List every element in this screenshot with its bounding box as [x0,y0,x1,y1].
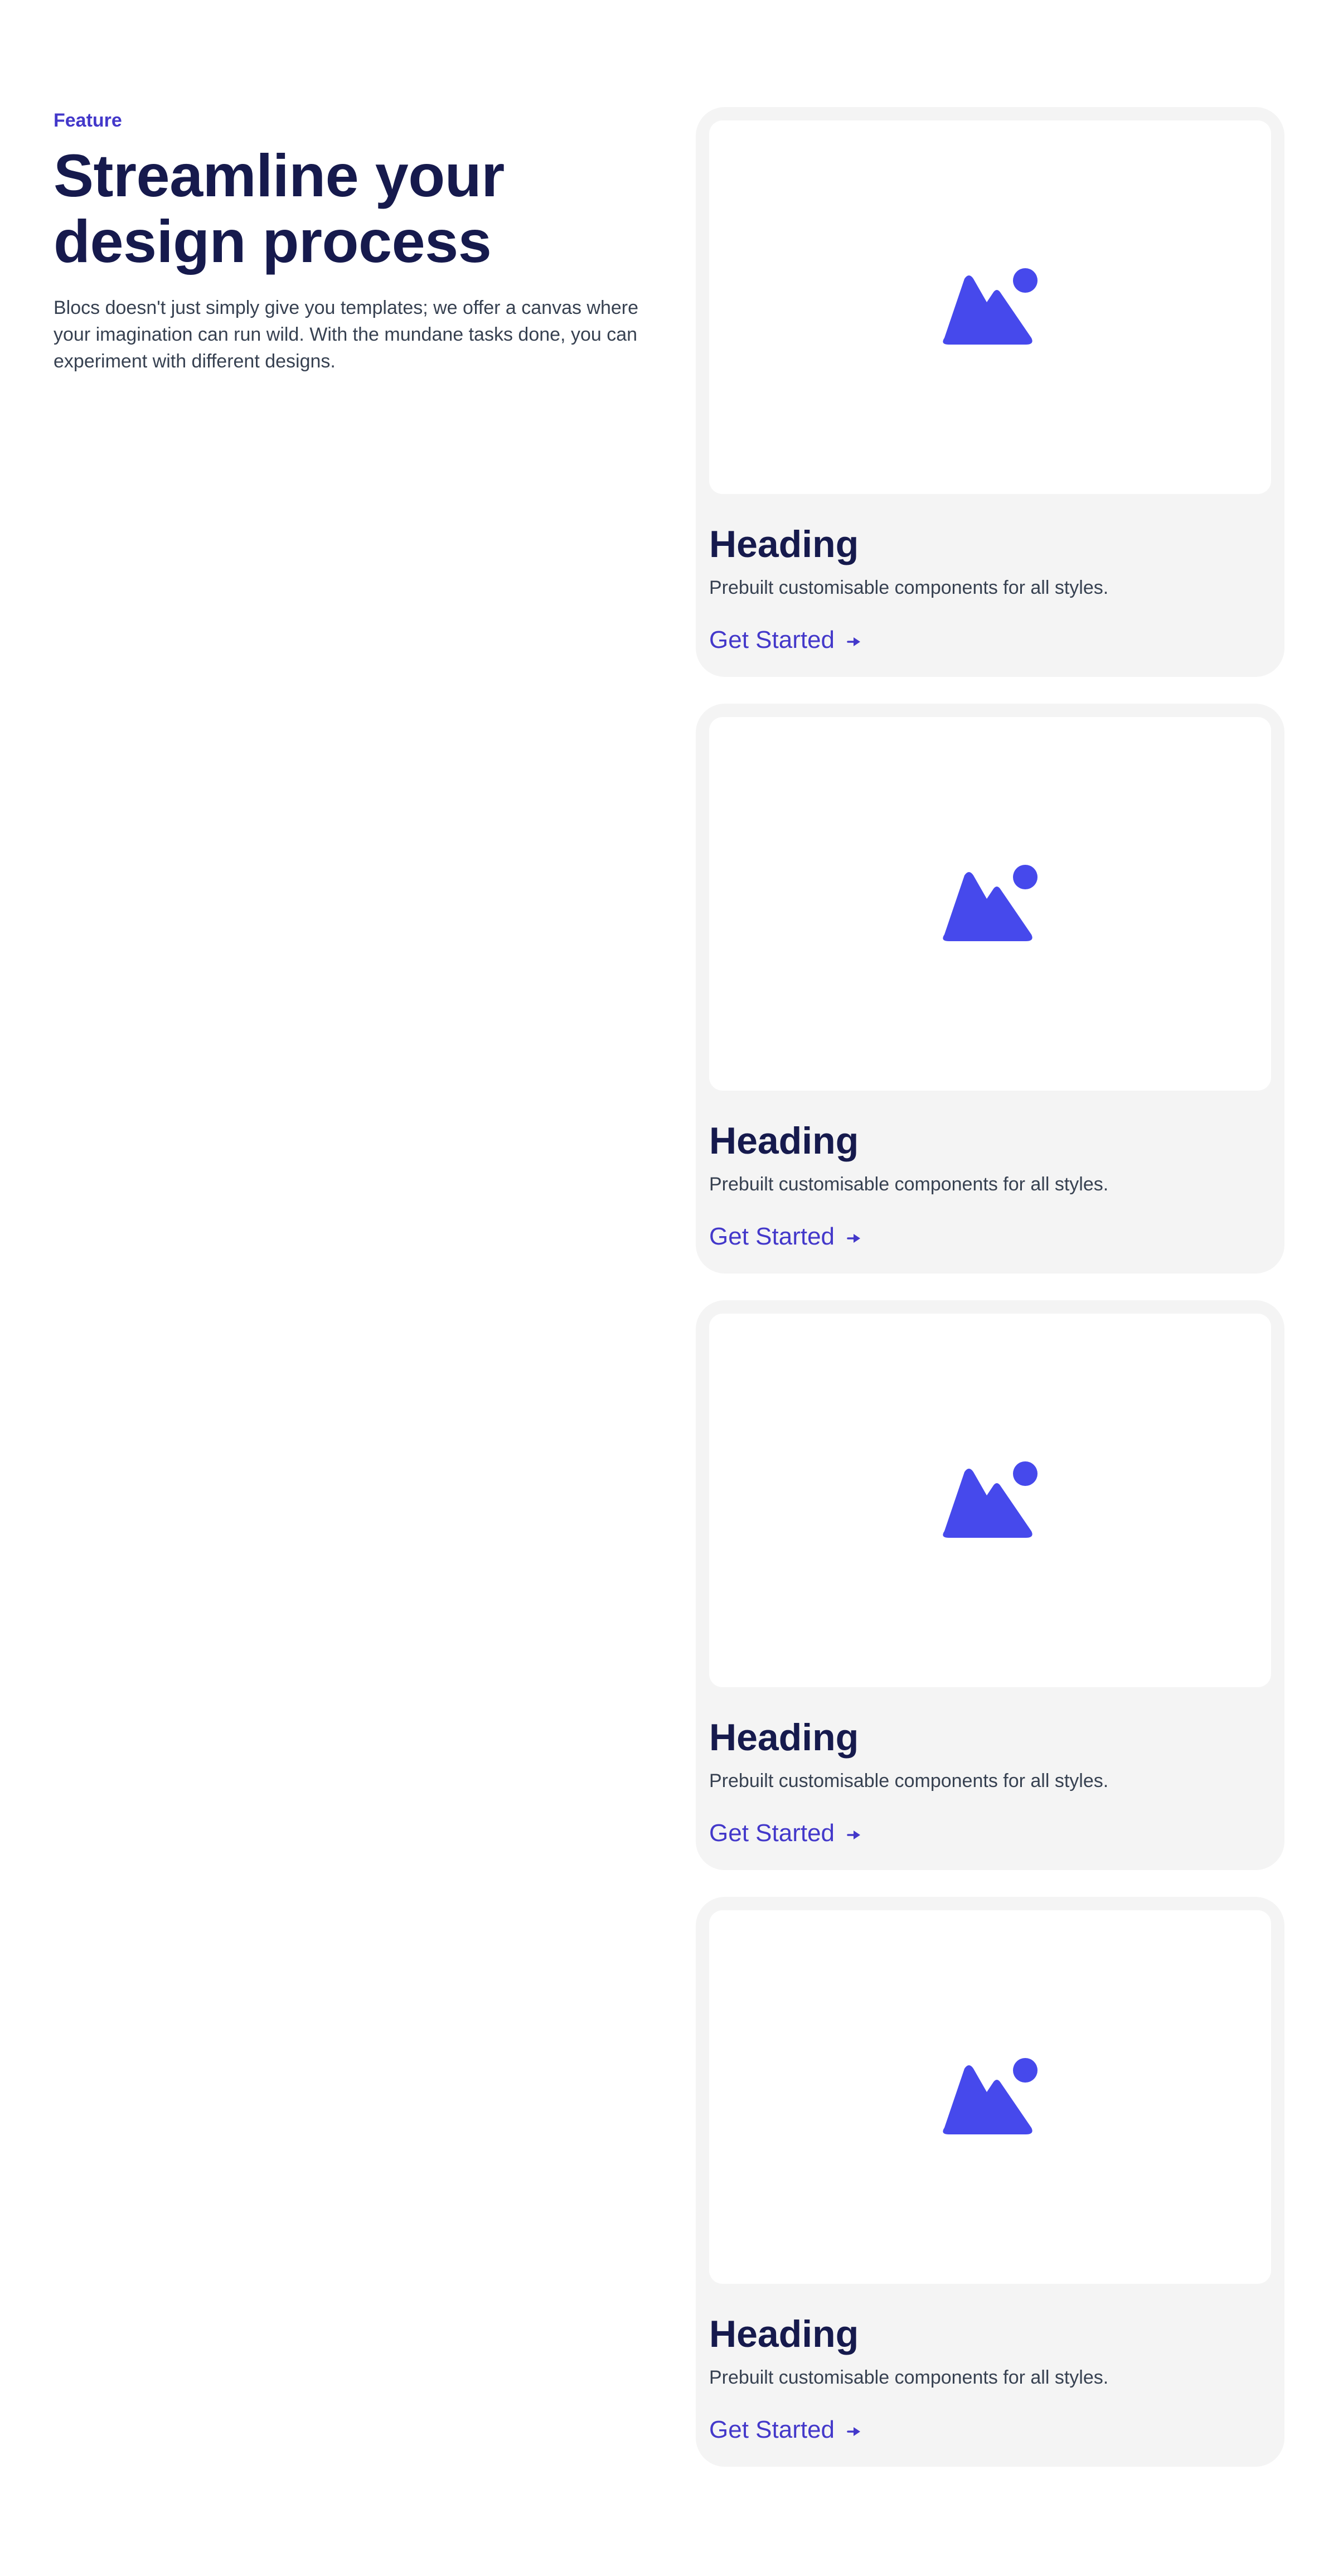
page-title-line-2: design process [54,207,492,275]
get-started-link[interactable]: Get Started [709,626,861,655]
card-heading: Heading [709,2313,859,2355]
eyebrow-label: Feature [54,110,122,131]
arrow-right-icon [847,2415,861,2444]
feature-intro: Feature Streamline your design process Bl… [54,109,639,375]
arrow-right-icon [847,626,861,655]
card-image-placeholder [709,1314,1271,1687]
image-icon [943,2058,1038,2134]
get-started-label: Get Started [709,1819,835,1847]
page-title-line-1: Streamline your [54,142,505,209]
card-heading: Heading [709,523,859,565]
card-description: Prebuilt customisable components for all… [709,1770,1109,1791]
intro-description: Blocs doesn't just simply give you templ… [54,297,639,372]
card-description: Prebuilt customisable components for all… [709,2367,1109,2388]
get-started-label: Get Started [709,626,835,653]
get-started-link[interactable]: Get Started [709,1819,861,1848]
card-image-placeholder [709,717,1271,1091]
feature-card: Heading Prebuilt customisable components… [696,1300,1284,1870]
arrow-right-icon [847,1222,861,1251]
feature-card-list: Heading Prebuilt customisable components… [696,107,1284,2493]
feature-card: Heading Prebuilt customisable components… [696,704,1284,1274]
page-title: Streamline your design process [54,143,639,274]
card-description: Prebuilt customisable components for all… [709,1174,1109,1195]
card-image-placeholder [709,1910,1271,2284]
card-heading: Heading [709,1120,859,1162]
card-image-placeholder [709,120,1271,494]
image-icon [943,865,1038,941]
feature-card: Heading Prebuilt customisable components… [696,107,1284,677]
feature-card: Heading Prebuilt customisable components… [696,1897,1284,2467]
card-description: Prebuilt customisable components for all… [709,577,1109,598]
image-icon [943,1461,1038,1538]
image-icon [943,268,1038,345]
arrow-right-icon [847,1819,861,1848]
get-started-link[interactable]: Get Started [709,1222,861,1251]
get-started-label: Get Started [709,1223,835,1250]
card-heading: Heading [709,1716,859,1759]
get-started-label: Get Started [709,2416,835,2443]
get-started-link[interactable]: Get Started [709,2415,861,2444]
